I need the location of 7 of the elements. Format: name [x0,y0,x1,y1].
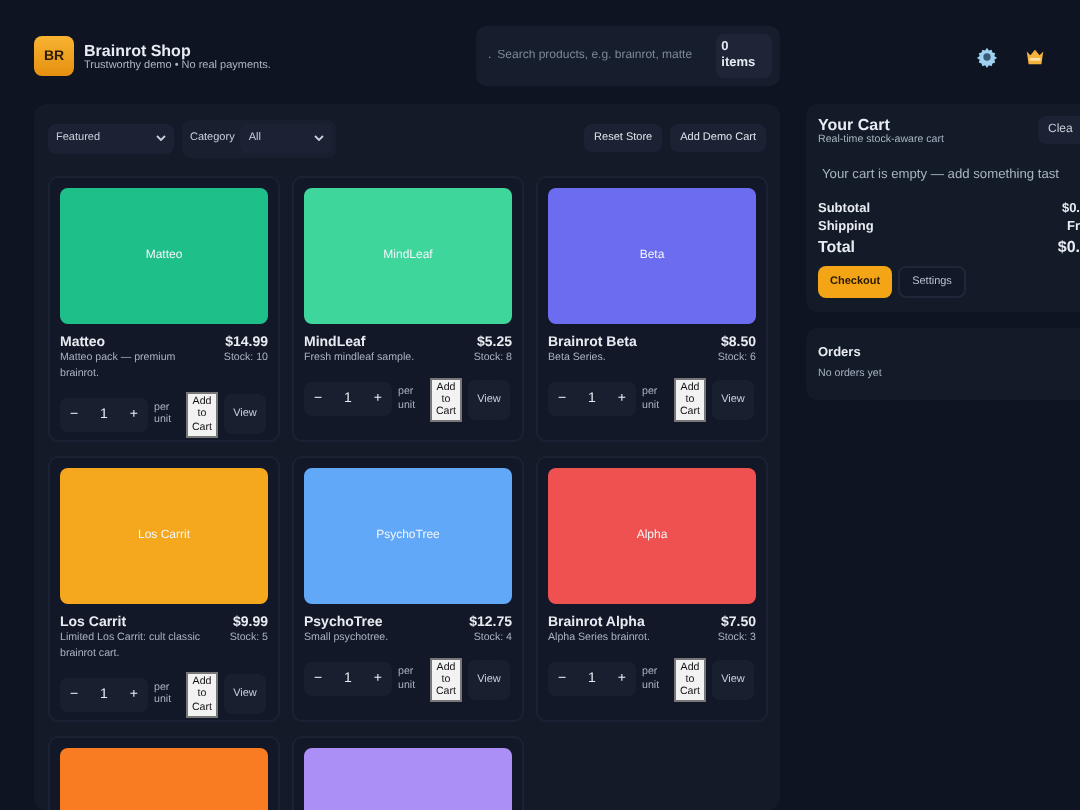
shop-title: Brainrot Shop [84,41,193,59]
cart-title: Your Cart [818,116,892,134]
settings-icon[interactable] [976,45,998,67]
caret-icon [156,134,166,142]
total-value: $0. [1057,238,1080,256]
total-label: Total [818,238,856,256]
caret-icon [314,134,325,142]
